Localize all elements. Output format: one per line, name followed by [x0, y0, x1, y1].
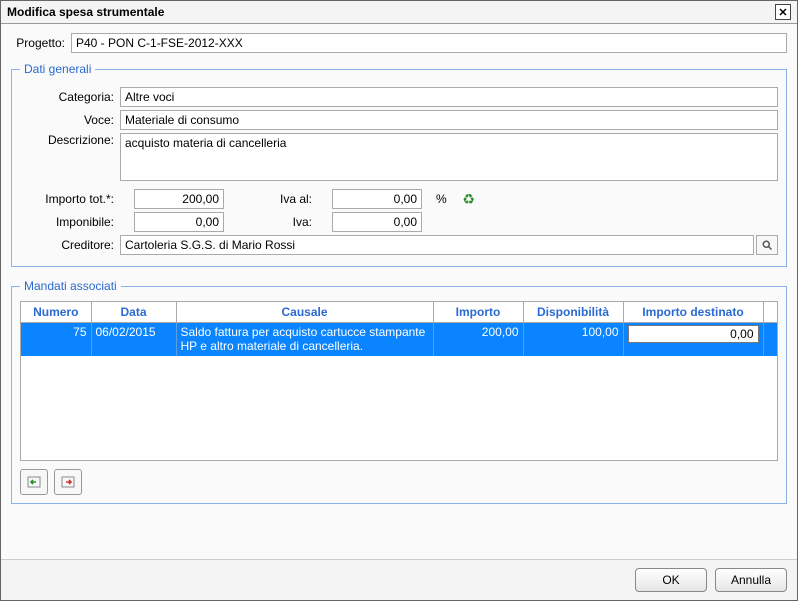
col-spacer	[763, 302, 777, 323]
iva-input[interactable]	[332, 212, 422, 232]
close-icon[interactable]: ✕	[775, 4, 791, 20]
col-importo[interactable]: Importo	[433, 302, 523, 323]
voce-label: Voce:	[20, 113, 120, 127]
iva-label: Iva:	[238, 215, 318, 229]
content-area: Progetto: Dati generali Categoria: Voce:…	[1, 24, 797, 559]
col-importo-destinato[interactable]: Importo destinato	[623, 302, 763, 323]
descrizione-textarea[interactable]	[120, 133, 778, 181]
cell-causale: Saldo fattura per acquisto cartucce stam…	[176, 323, 433, 356]
dialog-footer: OK Annulla	[1, 559, 797, 600]
progetto-input[interactable]	[71, 33, 787, 53]
importo-tot-label: Importo tot.*:	[20, 192, 120, 206]
fieldset-dati-generali: Dati generali Categoria: Voce: Descrizio…	[11, 62, 787, 267]
add-mandato-button[interactable]	[20, 469, 48, 495]
table-header-row: Numero Data Causale Importo Disponibilit…	[21, 302, 777, 323]
titlebar: Modifica spesa strumentale ✕	[1, 1, 797, 24]
creditore-label: Creditore:	[20, 238, 120, 252]
iva-al-input[interactable]	[332, 189, 422, 209]
legend-dati-generali: Dati generali	[20, 62, 95, 76]
arrow-right-icon	[60, 474, 76, 490]
importo-tot-input[interactable]	[134, 189, 224, 209]
imponibile-input[interactable]	[134, 212, 224, 232]
mandati-table: Numero Data Causale Importo Disponibilit…	[20, 301, 778, 461]
search-creditore-button[interactable]	[756, 235, 778, 255]
categoria-input[interactable]	[120, 87, 778, 107]
col-disponibilita[interactable]: Disponibilità	[523, 302, 623, 323]
cell-data: 06/02/2015	[91, 323, 176, 356]
col-causale[interactable]: Causale	[176, 302, 433, 323]
imponibile-label: Imponibile:	[20, 215, 120, 229]
search-icon	[761, 239, 773, 251]
refresh-icon[interactable]: ♻	[461, 191, 477, 207]
iva-al-suffix: %	[436, 192, 447, 206]
voce-input[interactable]	[120, 110, 778, 130]
fieldset-mandati: Mandati associati Numero Data Causale Im…	[11, 279, 787, 504]
creditore-input[interactable]	[120, 235, 754, 255]
descrizione-label: Descrizione:	[20, 133, 120, 147]
progetto-label: Progetto:	[11, 36, 71, 50]
mandati-toolbar	[20, 461, 778, 495]
cell-spacer	[763, 323, 777, 356]
arrow-left-icon	[26, 474, 42, 490]
col-data[interactable]: Data	[91, 302, 176, 323]
annulla-button[interactable]: Annulla	[715, 568, 787, 592]
window-title: Modifica spesa strumentale	[7, 5, 164, 19]
legend-mandati: Mandati associati	[20, 279, 121, 293]
categoria-label: Categoria:	[20, 90, 120, 104]
remove-mandato-button[interactable]	[54, 469, 82, 495]
ok-button[interactable]: OK	[635, 568, 707, 592]
cell-disponibilita: 100,00	[523, 323, 623, 356]
cell-numero: 75	[21, 323, 91, 356]
importo-destinato-input[interactable]	[628, 325, 759, 343]
row-progetto: Progetto:	[11, 33, 787, 53]
cell-importo-destinato	[623, 323, 763, 356]
col-numero[interactable]: Numero	[21, 302, 91, 323]
dialog-window: Modifica spesa strumentale ✕ Progetto: D…	[0, 0, 798, 601]
cell-importo: 200,00	[433, 323, 523, 356]
iva-al-label: Iva al:	[238, 192, 318, 206]
table-row[interactable]: 75 06/02/2015 Saldo fattura per acquisto…	[21, 323, 777, 356]
